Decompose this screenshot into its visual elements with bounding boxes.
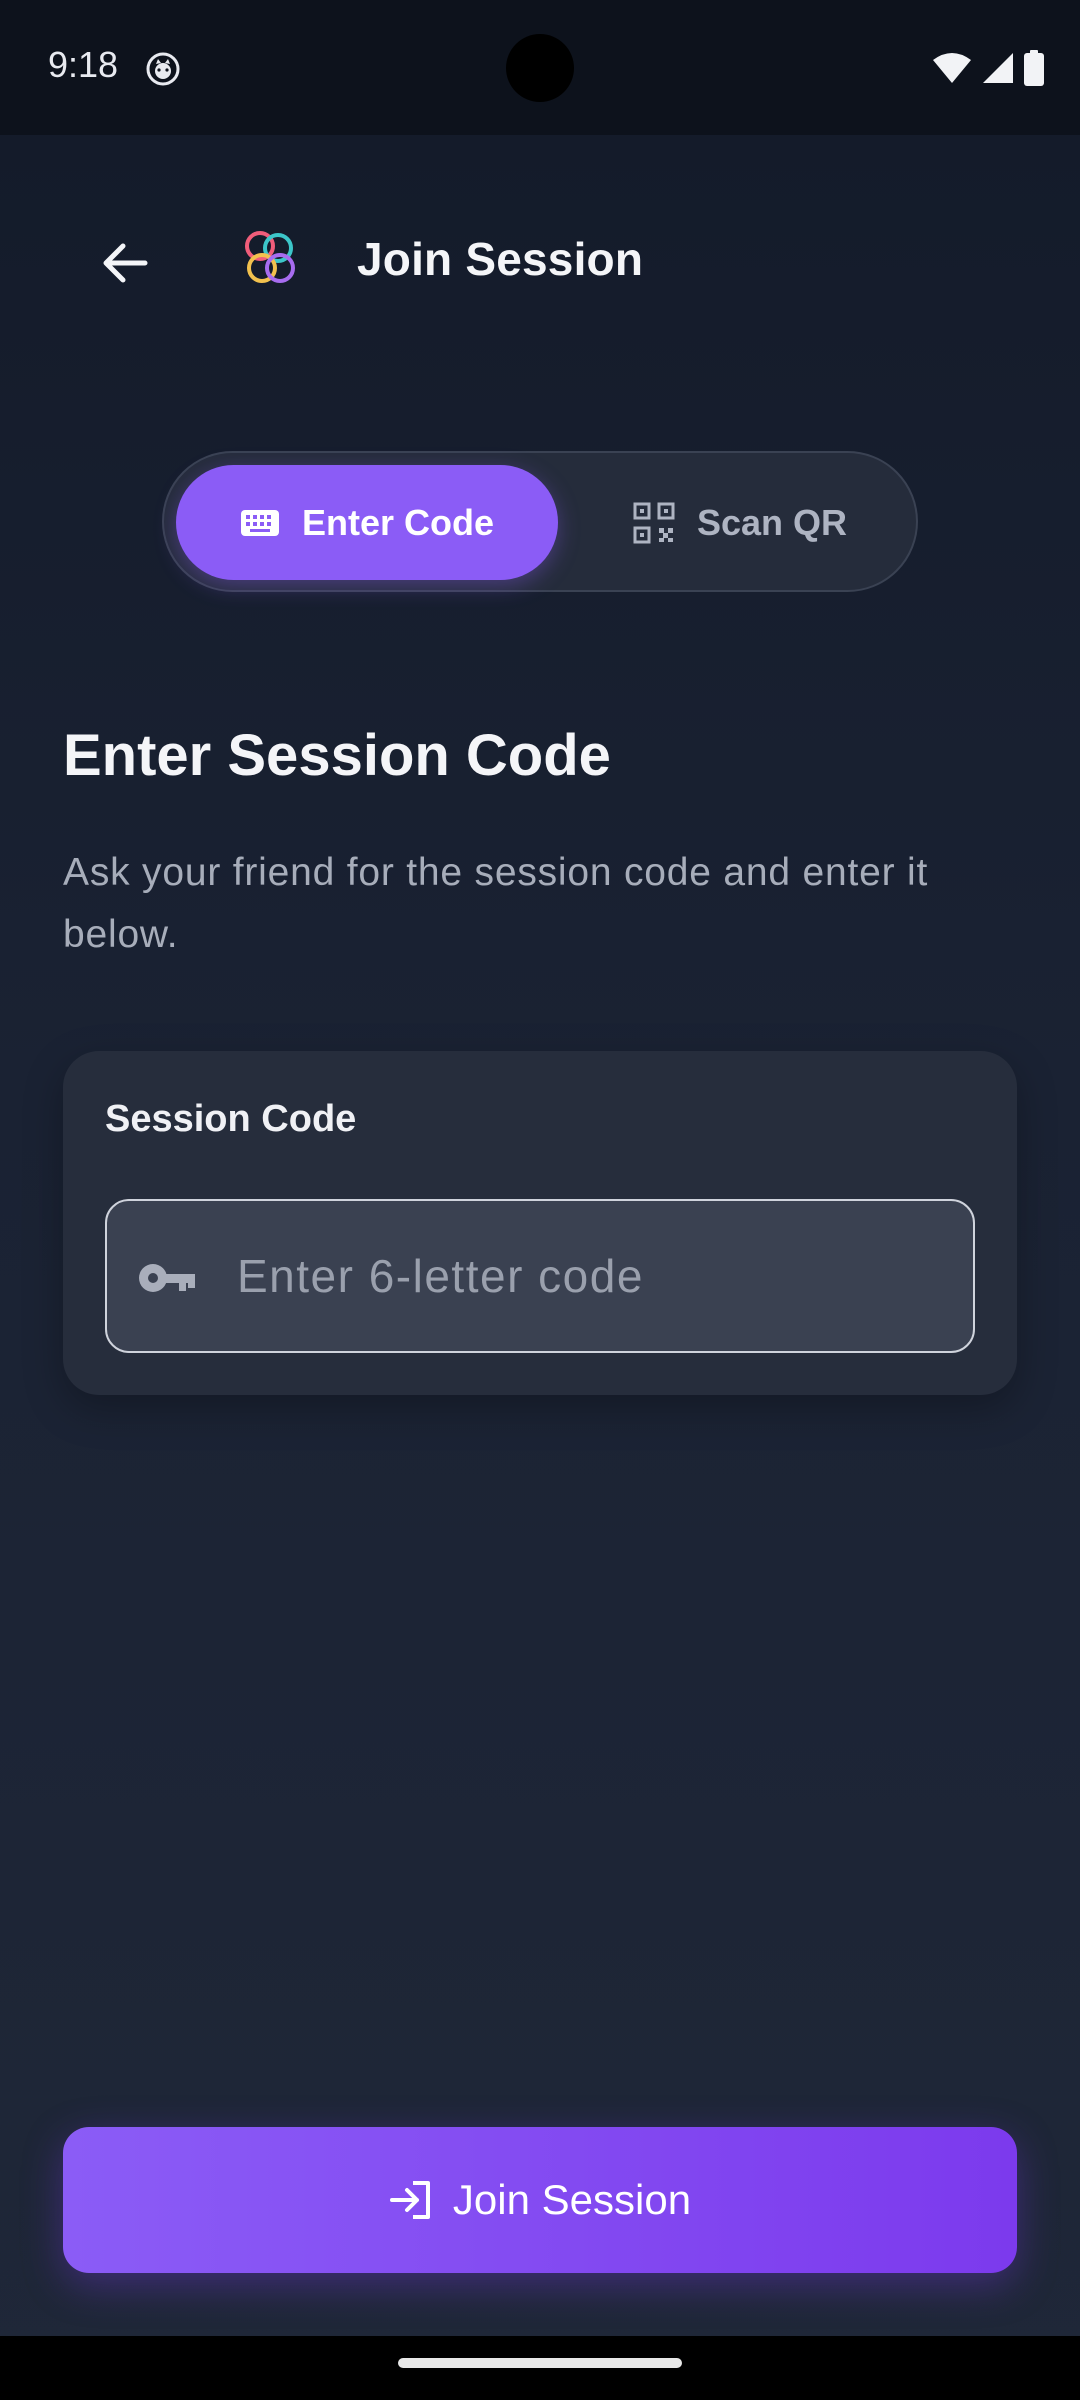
join-session-button-label: Join Session [452,2176,692,2223]
page-title: Join Session [357,233,644,285]
battery-icon [1024,50,1044,86]
status-icons [932,50,1044,86]
tab-scan-qr-label: Scan QR [696,501,848,543]
keyboard-icon [240,509,279,536]
arrow-back-icon [103,243,148,283]
join-session-button[interactable]: Join Session [63,2127,1017,2273]
mode-toggle: Enter Code Scan QR [162,451,918,592]
camera-cutout [506,34,574,102]
status-time: 9:18 [48,44,119,85]
key-icon [139,1264,195,1292]
wifi-icon [933,53,971,83]
app-notification-icon [146,52,180,86]
tab-enter-code[interactable]: Enter Code [176,465,558,580]
session-code-card: Session Code [63,1051,1017,1395]
session-code-label: Session Code [105,1098,357,1140]
section-heading: Enter Session Code [63,723,611,788]
session-code-input[interactable] [237,1201,957,1351]
tab-scan-qr[interactable]: Scan QR [574,465,906,580]
cellular-signal-icon [983,53,1013,83]
back-button[interactable] [90,228,160,298]
section-description: Ask your friend for the session code and… [63,851,929,956]
navigation-bar [0,2336,1080,2400]
session-code-field[interactable] [105,1199,975,1353]
app-bar: Join Session [0,200,1080,325]
home-indicator[interactable] [398,2358,682,2368]
status-bar: 9:18 [0,0,1080,135]
tab-enter-code-label: Enter Code [301,501,495,543]
join-session-screen: 9:18 Join Session Enter Code Scan QR Ent… [0,0,1080,2400]
app-logo-icon [245,231,295,283]
login-icon [389,2181,430,2219]
qr-code-icon [633,502,675,543]
